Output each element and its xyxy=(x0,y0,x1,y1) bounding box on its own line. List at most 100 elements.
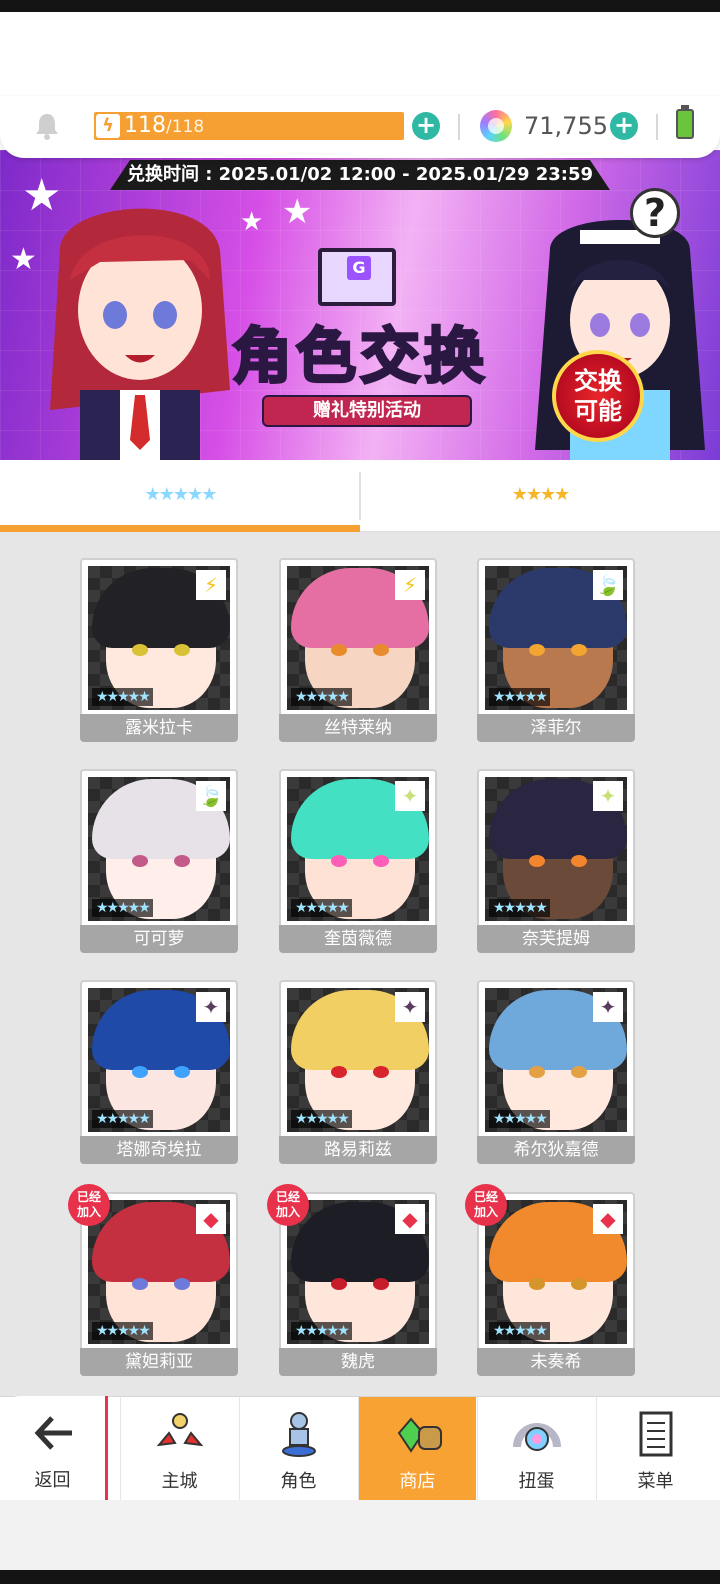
rarity-stars: ★★★★★ xyxy=(92,899,153,917)
card-frame: ✦ ★★★★★ xyxy=(279,769,437,929)
character-name: 露米拉卡 xyxy=(80,714,238,742)
character-portrait: ✦ ★★★★★ xyxy=(485,988,627,1132)
character-card[interactable]: ⚡ ★★★★★ 露米拉卡 xyxy=(80,558,238,742)
joined-badge: 已经 加入 xyxy=(68,1184,110,1226)
nav-item-menu[interactable]: 菜单 xyxy=(596,1397,714,1501)
character-card[interactable]: 🍃 ★★★★★ 泽菲尔 xyxy=(477,558,635,742)
bell-icon[interactable] xyxy=(34,112,60,140)
character-card[interactable]: 已经 加入 ◆ ★★★★★ 黛妲莉亚 xyxy=(68,1184,238,1376)
menu-icon xyxy=(631,1409,681,1459)
character-grid: ⚡ ★★★★★ 露米拉卡 ⚡ ★★★★★ 丝特莱纳 🍃 ★★★★★ 泽菲尔 🍃 … xyxy=(0,532,720,1398)
character-portrait: ✦ ★★★★★ xyxy=(287,988,429,1132)
gacha-icon xyxy=(512,1409,562,1459)
star-icon: ★ xyxy=(240,207,264,237)
nav-item-gacha[interactable]: 扭蛋 xyxy=(477,1397,595,1501)
rarity-stars: ★★★★★ xyxy=(291,688,352,706)
lightning-element-icon: ⚡ xyxy=(196,570,226,600)
character-portrait: 🍃 ★★★★★ xyxy=(88,777,230,921)
character-name: 未奏希 xyxy=(477,1348,635,1376)
character-portrait: ✦ ★★★★★ xyxy=(287,777,429,921)
character-card[interactable]: 已经 加入 ◆ ★★★★★ 魏虎 xyxy=(267,1184,437,1376)
rarity-stars: ★★★★★ xyxy=(291,1322,352,1340)
character-card[interactable]: 已经 加入 ◆ ★★★★★ 未奏希 xyxy=(465,1184,635,1376)
card-frame: 🍃 ★★★★★ xyxy=(477,558,635,718)
town-icon xyxy=(155,1409,205,1459)
character-card[interactable]: ✦ ★★★★★ 奎茵薇德 xyxy=(279,769,437,953)
lightning-icon: ϟ xyxy=(96,114,120,138)
tab-five-star[interactable]: ★★★★★ xyxy=(0,460,360,532)
character-name: 魏虎 xyxy=(279,1348,437,1376)
nav-label: 角色 xyxy=(280,1471,317,1492)
character-name: 路易莉兹 xyxy=(279,1136,437,1164)
nav-label: 扭蛋 xyxy=(518,1471,555,1492)
add-gem-button[interactable]: + xyxy=(610,112,638,140)
leaf-element-icon: 🍃 xyxy=(593,570,623,600)
system-bar xyxy=(0,1500,720,1570)
tab-five-star-label: ★★★★★ xyxy=(144,484,218,505)
gem-count: 71,755 xyxy=(524,112,608,140)
character-name: 奈芙提姆 xyxy=(477,925,635,953)
fire-element-icon: ◆ xyxy=(196,1204,226,1234)
character-portrait: 🍃 ★★★★★ xyxy=(485,566,627,710)
rarity-stars: ★★★★★ xyxy=(92,1110,153,1128)
card-frame: ✦ ★★★★★ xyxy=(80,980,238,1140)
character-name: 丝特莱纳 xyxy=(279,714,437,742)
dark-element-icon: ✦ xyxy=(395,992,425,1022)
tab-four-star[interactable]: ★★★★ xyxy=(360,460,720,532)
character-portrait: ◆ ★★★★★ xyxy=(485,1200,627,1344)
banner-subtitle: 赠礼特别活动 xyxy=(262,395,472,427)
nav-label: 菜单 xyxy=(637,1471,674,1492)
joined-badge: 已经 加入 xyxy=(267,1184,309,1226)
character-name: 泽菲尔 xyxy=(477,714,635,742)
energy-current: 118 xyxy=(124,113,166,138)
character-portrait: ✦ ★★★★★ xyxy=(88,988,230,1132)
rarity-stars: ★★★★★ xyxy=(489,1322,550,1340)
dark-element-icon: ✦ xyxy=(196,992,226,1022)
energy-bar: ϟ 118/118 xyxy=(94,112,404,140)
battery-icon xyxy=(676,105,694,139)
card-frame: ✦ ★★★★★ xyxy=(477,769,635,929)
nav-item-shop[interactable]: 商店 xyxy=(358,1397,476,1501)
rarity-stars: ★★★★★ xyxy=(489,688,550,706)
character-card[interactable]: ⚡ ★★★★★ 丝特莱纳 xyxy=(279,558,437,742)
nav-item-town[interactable]: 主城 xyxy=(120,1397,238,1501)
help-button[interactable]: ? xyxy=(630,188,680,238)
divider xyxy=(458,114,460,140)
add-energy-button[interactable]: + xyxy=(412,112,440,140)
nav-item-character[interactable]: 角色 xyxy=(239,1397,357,1501)
joined-badge: 已经 加入 xyxy=(465,1184,507,1226)
character-name: 塔娜奇埃拉 xyxy=(80,1136,238,1164)
fire-element-icon: ◆ xyxy=(395,1204,425,1234)
tab-four-star-label: ★★★★ xyxy=(511,484,571,505)
rarity-stars: ★★★★★ xyxy=(92,1322,153,1340)
character-portrait: ◆ ★★★★★ xyxy=(287,1200,429,1344)
back-button[interactable]: 返回 xyxy=(0,1396,108,1500)
character-card[interactable]: ✦ ★★★★★ 希尔狄嘉德 xyxy=(477,980,635,1164)
back-label: 返回 xyxy=(34,1470,71,1491)
character-card[interactable]: ✦ ★★★★★ 奈芙提姆 xyxy=(477,769,635,953)
character-card[interactable]: ✦ ★★★★★ 路易莉兹 xyxy=(279,980,437,1164)
top-strip xyxy=(0,0,720,12)
rarity-stars: ★★★★★ xyxy=(291,1110,352,1128)
character-card[interactable]: 🍃 ★★★★★ 可可萝 xyxy=(80,769,238,953)
character-card[interactable]: ✦ ★★★★★ 塔娜奇埃拉 xyxy=(80,980,238,1164)
energy-max: /118 xyxy=(166,117,205,137)
card-frame: ✦ ★★★★★ xyxy=(279,980,437,1140)
rarity-stars: ★★★★★ xyxy=(489,899,550,917)
character-portrait: ◆ ★★★★★ xyxy=(88,1200,230,1344)
character-portrait: ⚡ ★★★★★ xyxy=(88,566,230,710)
character-icon xyxy=(274,1409,324,1459)
star-icon: ★ xyxy=(10,242,37,277)
bottom-navigation: 主城 角色 商店 扭蛋 菜单 xyxy=(0,1396,720,1501)
character-name: 希尔狄嘉德 xyxy=(477,1136,635,1164)
dark-element-icon: ✦ xyxy=(593,992,623,1022)
exchange-possible-badge: 交换 可能 xyxy=(552,350,644,442)
leaf-element-icon: 🍃 xyxy=(196,781,226,811)
exchange-screen: ϟ 118/118 + 71,755 + ★ ★ ★ ★ 兑换时间: 2025… xyxy=(0,0,720,1584)
envelope-icon xyxy=(318,248,396,306)
resource-bar: ϟ 118/118 + 71,755 + xyxy=(0,96,720,158)
sparkle-element-icon: ✦ xyxy=(593,781,623,811)
gem-icon xyxy=(480,110,512,142)
rarity-stars: ★★★★★ xyxy=(291,899,352,917)
bottom-strip xyxy=(0,1570,720,1584)
